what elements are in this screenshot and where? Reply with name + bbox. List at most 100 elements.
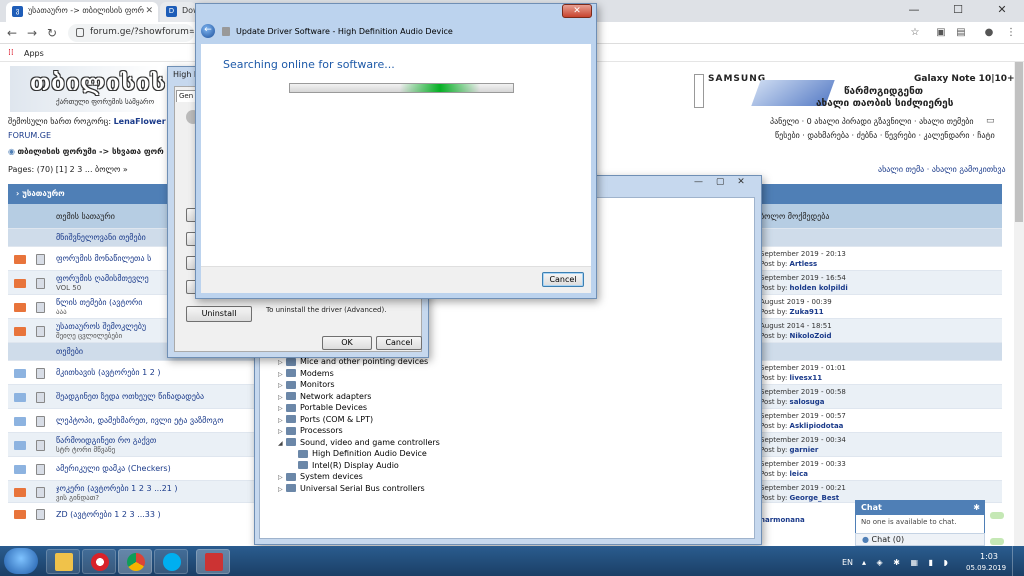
start-button-icon[interactable]: [4, 548, 38, 574]
reload-icon[interactable]: ↻: [44, 25, 60, 41]
search-status: Searching online for software...: [223, 58, 395, 71]
topic-title[interactable]: წარმოიდგინეთ რო გაქვთ: [56, 436, 156, 445]
topic-title[interactable]: მკითხავის (ავტორები 1 2 ): [56, 368, 160, 377]
properties-cancel-button[interactable]: Cancel: [376, 336, 422, 350]
taskbar-device-manager[interactable]: [196, 549, 230, 574]
close-tab-icon[interactable]: ✕: [145, 6, 153, 16]
taskbar-skype[interactable]: [154, 549, 188, 574]
show-desktop-button[interactable]: [1012, 546, 1024, 576]
topic-title[interactable]: ჯოკერი (ავტორები 1 2 3 ...21 ): [56, 484, 178, 493]
site-name-link[interactable]: FORUM.GE: [8, 131, 51, 140]
last-poster-link[interactable]: Zuka911: [790, 308, 824, 316]
menu-icon[interactable]: ⋮: [1004, 26, 1018, 40]
profile-avatar-icon[interactable]: ●: [982, 26, 996, 40]
device-tree-item[interactable]: ◢ Sound, video and game controllers: [278, 437, 440, 448]
tray-icons[interactable]: ▴ ◈ ✱ ▦ ▮ ◗: [862, 558, 952, 567]
collapse-arrow-icon[interactable]: ◢: [278, 438, 286, 449]
uninstall-button[interactable]: Uninstall: [186, 306, 252, 322]
back-icon[interactable]: ←: [4, 25, 20, 41]
apps-grid-icon[interactable]: ⁞⁞: [8, 48, 14, 58]
address-bar[interactable]: forum.ge/?showforum=25: [68, 24, 194, 42]
device-tree-item[interactable]: ▷ Ports (COM & LPT): [278, 414, 373, 425]
device-tree-item[interactable]: ▷ Universal Serial Bus controllers: [278, 483, 425, 494]
chat-header[interactable]: Chat ✱: [856, 501, 984, 515]
expand-arrow-icon[interactable]: ▷: [278, 380, 286, 391]
expand-arrow-icon[interactable]: ▷: [278, 426, 286, 437]
chat-toggle-icon[interactable]: [990, 512, 1004, 519]
extension-icon-2[interactable]: ▤: [954, 26, 968, 40]
back-arrow-icon[interactable]: ←: [201, 24, 215, 38]
last-poster-link[interactable]: narmonana: [760, 516, 805, 524]
topic-title[interactable]: შეადგინეთ ზედა ოთხეულ წინადადება: [56, 392, 204, 401]
close-window-icon[interactable]: ✕: [980, 0, 1024, 22]
last-poster-link[interactable]: leica: [790, 470, 808, 478]
bookmark-star-icon[interactable]: ☆: [908, 26, 922, 40]
last-poster-link[interactable]: livesx11: [790, 374, 823, 382]
device-tree-item[interactable]: ▷ Network adapters: [278, 391, 371, 402]
expand-arrow-icon[interactable]: ▷: [278, 392, 286, 403]
topic-title[interactable]: ლეპტოპი, დამეხმარეთ, ივლი ეტა ვაზმოგო: [56, 416, 224, 425]
device-tree-item[interactable]: High Definition Audio Device: [278, 448, 427, 459]
chat-toggle-icon-2[interactable]: [990, 538, 1004, 545]
expand-arrow-icon[interactable]: ▷: [278, 357, 286, 368]
clock-date[interactable]: 05.09.2019: [966, 564, 1006, 572]
browser-tab-download[interactable]: D Dow: [160, 2, 196, 22]
taskbar-chrome[interactable]: [118, 549, 152, 574]
last-poster-link[interactable]: holden kolpildi: [790, 284, 848, 292]
username-link[interactable]: LenaFlower: [114, 117, 166, 126]
topic-title[interactable]: უსათაუროს შემოკლებუ: [56, 322, 146, 331]
taskbar-file-explorer[interactable]: [46, 549, 80, 574]
minimize-window-icon[interactable]: —: [892, 0, 936, 22]
dm-minimize-icon[interactable]: —: [694, 177, 703, 187]
user-panel-nav[interactable]: პანელი · 0 ახალი პირადი გზავნილი · ახალი…: [770, 117, 974, 126]
browser-tab-forum[interactable]: ვ უსათაურო -> თბილისის ფორ ✕: [6, 2, 158, 22]
topic-title[interactable]: ფორუმის ღამისმთევლე: [56, 274, 149, 283]
last-poster-link[interactable]: garnier: [790, 446, 819, 454]
page-scrollbar-thumb[interactable]: [1015, 62, 1023, 222]
last-poster-link[interactable]: salosuga: [790, 398, 825, 406]
samsung-ad-banner[interactable]: SAMSUNG Galaxy Note 10|10+ წარმოგიდგენთ …: [694, 66, 1015, 116]
breadcrumb-text[interactable]: თბილისის ფორუმი -> სხვათა ფორ: [18, 147, 164, 156]
dm-window-controls[interactable]: — ▢ ✕: [694, 177, 756, 189]
topic-title[interactable]: წლის თემები (ავტორი: [56, 298, 142, 307]
topic-title[interactable]: ZD (ავტორები 1 2 3 ...33 ): [56, 510, 161, 519]
ok-button[interactable]: OK: [322, 336, 372, 350]
expand-arrow-icon[interactable]: ▷: [278, 484, 286, 495]
expand-arrow-icon[interactable]: ▷: [278, 369, 286, 380]
extension-icon[interactable]: ▣: [934, 26, 948, 40]
chat-settings-icon[interactable]: ✱: [973, 503, 980, 512]
device-tree-item[interactable]: ▷ Processors: [278, 425, 343, 436]
device-tree-item[interactable]: ▷ Modems: [278, 368, 334, 379]
clock-time[interactable]: 1:03: [980, 552, 998, 561]
topic-title[interactable]: ფორუმის მონაწილეთა ს: [56, 254, 151, 263]
col-last-action[interactable]: ბოლო მოქმედება: [760, 212, 829, 221]
main-nav[interactable]: წესები · დახმარება · ძებნა · წევრები · კ…: [775, 131, 995, 140]
message-icon[interactable]: ▭: [986, 116, 995, 126]
pagination[interactable]: Pages: (70) [1] 2 3 ... ბოლო »: [8, 165, 128, 174]
expand-arrow-icon[interactable]: ▷: [278, 403, 286, 414]
update-cancel-button[interactable]: Cancel: [542, 272, 584, 287]
last-poster-link[interactable]: NikoloZoid: [790, 332, 832, 340]
expand-arrow-icon[interactable]: ▷: [278, 415, 286, 426]
dm-close-icon[interactable]: ✕: [737, 177, 745, 187]
last-poster-link[interactable]: Artless: [790, 260, 818, 268]
language-indicator[interactable]: EN: [842, 558, 853, 567]
expand-arrow-icon[interactable]: ▷: [278, 472, 286, 483]
device-tree-item[interactable]: ▷ System devices: [278, 471, 363, 482]
last-poster: Post by: George_Best: [760, 494, 840, 502]
device-tree-item[interactable]: Intel(R) Display Audio: [278, 460, 399, 471]
dialog-close-icon[interactable]: ✕: [562, 4, 592, 18]
maximize-window-icon[interactable]: ☐: [936, 0, 980, 22]
dm-maximize-icon[interactable]: ▢: [716, 177, 725, 187]
col-topic[interactable]: თემის სათაური: [56, 212, 115, 221]
chat-footer[interactable]: ● Chat (0): [855, 533, 985, 546]
apps-bookmark[interactable]: Apps: [24, 49, 44, 58]
topic-title[interactable]: ამერიკული დამკა (Checkers): [56, 464, 171, 473]
last-poster-link[interactable]: Asklipiodotaa: [790, 422, 844, 430]
last-poster-link[interactable]: George_Best: [790, 494, 840, 502]
new-topic-actions[interactable]: ახალი თემა · ახალი გამოკითხვა: [878, 165, 1006, 174]
taskbar-opera[interactable]: [82, 549, 116, 574]
forward-icon[interactable]: →: [24, 25, 40, 41]
device-tree-item[interactable]: ▷ Monitors: [278, 379, 335, 390]
device-tree-item[interactable]: ▷ Portable Devices: [278, 402, 367, 413]
